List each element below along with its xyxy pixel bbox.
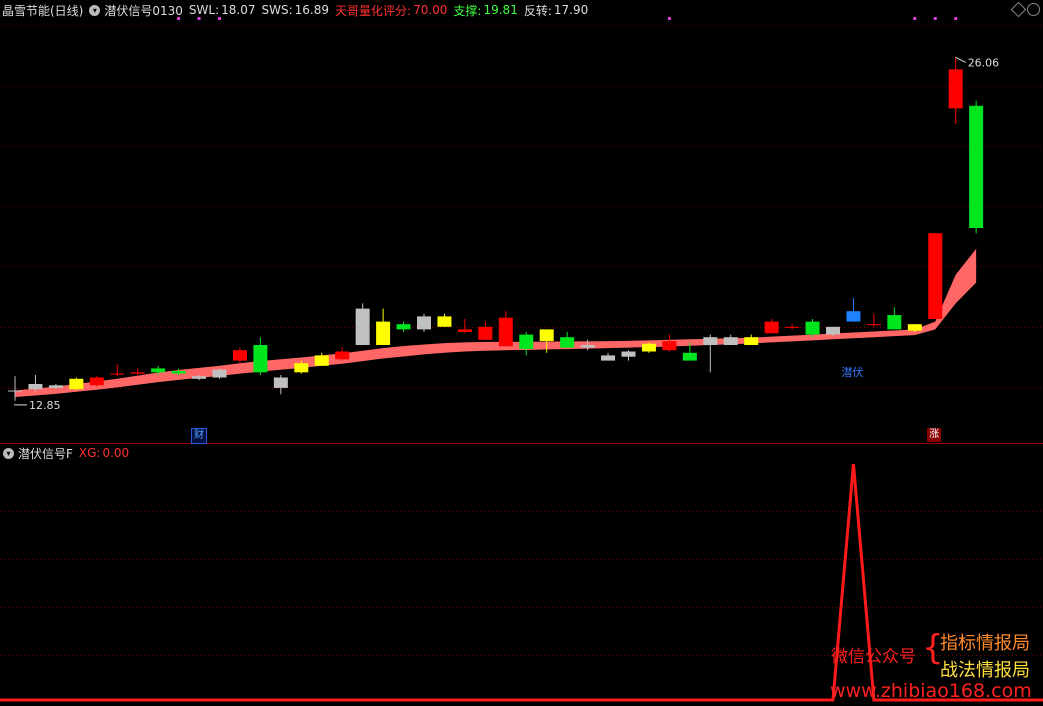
high-pointer (955, 56, 966, 63)
candle-body (8, 390, 22, 392)
candle-body (866, 324, 881, 326)
candle-body (928, 233, 943, 319)
candle-body (723, 337, 738, 345)
signal-dot (177, 17, 181, 20)
support-band (15, 248, 977, 397)
watermark-url: www.zhibiao168.com (830, 680, 1032, 702)
candle-body (560, 337, 575, 348)
candle-body (376, 321, 391, 345)
candle-body (171, 371, 186, 374)
signal-dot (913, 17, 917, 20)
candle-body (355, 308, 370, 345)
candle-body (110, 373, 125, 375)
signal-dot (667, 17, 671, 20)
candle-body (662, 341, 677, 351)
candle-body (28, 384, 43, 390)
candle-body (887, 315, 902, 330)
candle-body (335, 351, 350, 360)
candle-body (212, 369, 227, 378)
candlestick-chart[interactable]: 26.06 12.85 (0, 0, 1043, 706)
marker-cai-text: 财 (194, 430, 205, 441)
candle-body (682, 352, 697, 361)
marker-zhang[interactable]: 涨 (927, 428, 942, 442)
candle-body (478, 326, 493, 340)
marker-qianfu: 潜伏 (841, 366, 864, 379)
candle-body (417, 316, 431, 330)
candle-body (437, 316, 452, 327)
candle-body (69, 378, 84, 390)
candle-body (764, 321, 779, 334)
candle-body (396, 324, 411, 330)
marker-zhang-text: 涨 (929, 429, 940, 440)
candle-body (519, 334, 534, 349)
candle-body (948, 69, 963, 109)
signal-dot (197, 17, 201, 20)
candle-body (457, 329, 472, 332)
candle-body (48, 385, 63, 388)
candle-body (601, 355, 616, 361)
candle-body (826, 326, 840, 335)
watermark-line1: 指标情报局 (940, 633, 1030, 654)
candle-body (253, 345, 268, 373)
candle-body (580, 345, 595, 348)
top-signal-dots (177, 17, 958, 20)
candles (8, 56, 984, 406)
candle-body (192, 376, 207, 379)
candle-body (498, 317, 513, 347)
candle-body (314, 355, 329, 366)
candle-body (621, 351, 636, 357)
support-band-area (15, 248, 977, 397)
candle-body (641, 343, 656, 352)
candle-body (89, 377, 104, 386)
candle-body (744, 337, 759, 345)
candle-body (805, 321, 820, 335)
signal-dot (954, 17, 958, 20)
candle-body (130, 372, 145, 374)
watermark-line2: 战法情报局 (940, 660, 1030, 681)
candle-body (539, 329, 554, 342)
low-price-label: 12.85 (29, 399, 61, 412)
candle-body (273, 377, 288, 388)
candle-body (294, 363, 309, 373)
candle-body (151, 368, 166, 373)
candle-body (703, 337, 718, 345)
candle-body (969, 105, 984, 228)
high-price-label: 26.06 (968, 56, 1000, 69)
signal-dot (218, 17, 221, 20)
candle-body (785, 326, 800, 328)
signal-dot (933, 17, 937, 20)
candle-body (232, 350, 247, 361)
marker-cai[interactable]: 财 (191, 428, 208, 444)
candle-body (907, 324, 922, 331)
candle-body (846, 311, 861, 322)
watermark-wechat: 微信公众号 (831, 647, 916, 667)
